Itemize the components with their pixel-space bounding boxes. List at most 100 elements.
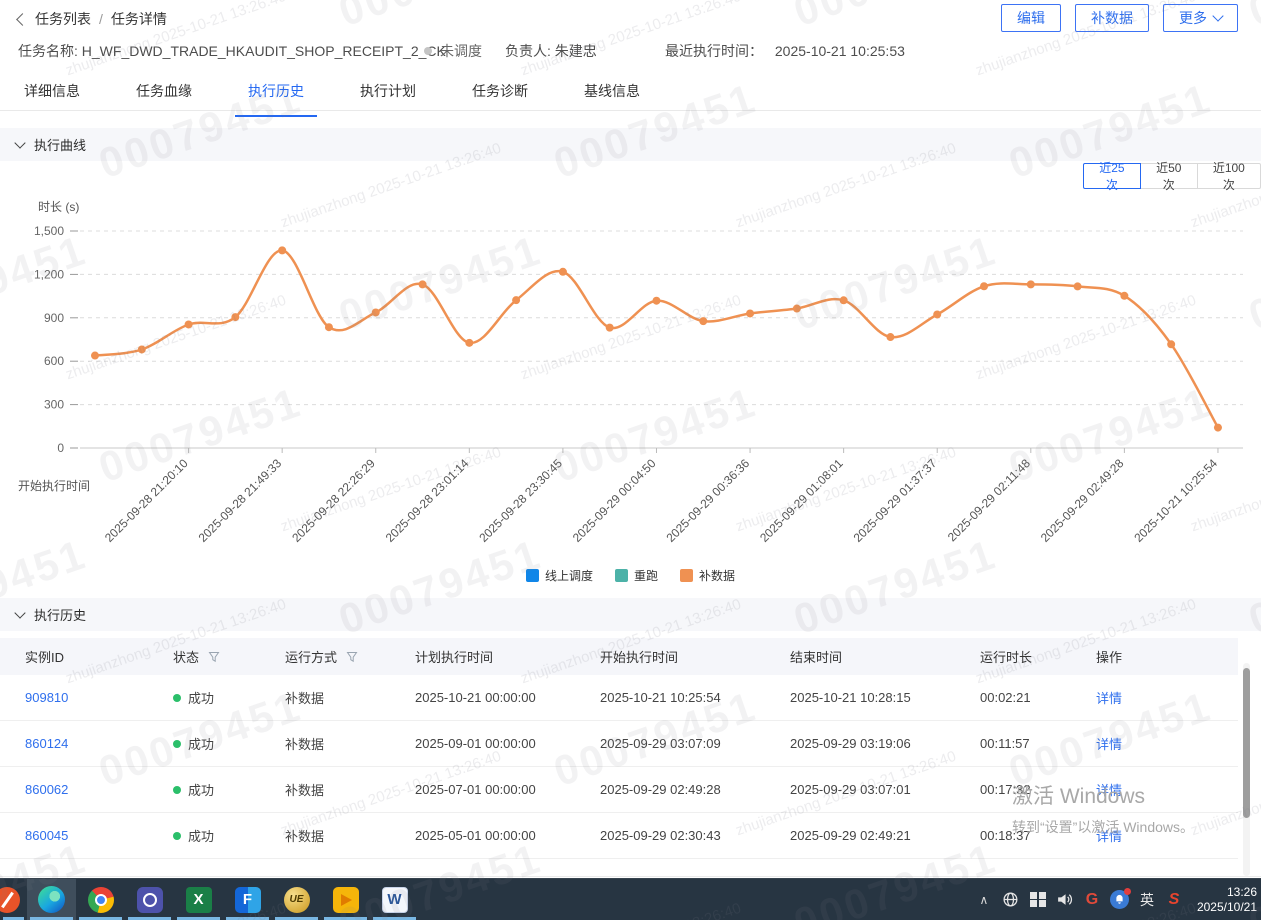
data-point[interactable] <box>231 313 239 321</box>
tray-network-icon[interactable] <box>1002 891 1020 908</box>
vertical-scrollbar[interactable] <box>1243 663 1250 876</box>
more-button[interactable]: 更多 <box>1163 4 1238 32</box>
cell-end: 2025-09-29 02:49:21 <box>790 828 980 843</box>
x-tick-label: 2025-09-29 00:36:36 <box>663 456 752 545</box>
data-point[interactable] <box>793 305 801 313</box>
tray-sogou-g-icon[interactable]: G <box>1083 891 1101 909</box>
history-section-header[interactable]: 执行历史 <box>0 598 1261 631</box>
range-button-group: 近25次近50次近100次 <box>1083 163 1261 189</box>
tray-volume-icon[interactable] <box>1056 891 1074 908</box>
taskbar-edge-icon[interactable] <box>27 879 76 920</box>
cell-mode: 补数据 <box>285 780 415 799</box>
tray-squares-icon[interactable] <box>1029 892 1047 908</box>
tab-task-lineage[interactable]: 任务血缘 <box>136 78 192 110</box>
backfill-button[interactable]: 补数据 <box>1075 4 1149 32</box>
word-app-glyph: W <box>382 887 408 913</box>
owner-value: 朱建忠 <box>555 43 597 59</box>
breadcrumb-task-list[interactable]: 任务列表 <box>35 9 91 29</box>
data-point[interactable] <box>465 339 473 347</box>
data-point[interactable] <box>559 268 567 276</box>
tray-expand-icon[interactable]: ∧ <box>975 893 993 907</box>
data-point[interactable] <box>840 296 848 304</box>
taskbar-ultraedit-icon[interactable]: UE <box>272 879 321 920</box>
data-point[interactable] <box>1120 292 1128 300</box>
range-last25-button[interactable]: 近25次 <box>1083 163 1141 189</box>
data-point[interactable] <box>699 317 707 325</box>
cell-id: 860124 <box>25 736 173 751</box>
curve-section-header[interactable]: 执行曲线 <box>0 128 1261 161</box>
legend-rerun[interactable]: 重跑 <box>615 567 658 584</box>
legend-online-schedule[interactable]: 线上调度 <box>526 567 593 584</box>
data-point[interactable] <box>325 323 333 331</box>
data-point[interactable] <box>1214 424 1222 432</box>
x-tick-label: 2025-09-28 23:01:14 <box>383 456 472 545</box>
data-point[interactable] <box>512 296 520 304</box>
filter-mode-icon[interactable] <box>346 651 358 663</box>
data-point[interactable] <box>185 320 193 328</box>
data-point[interactable] <box>886 333 894 341</box>
detail-link[interactable]: 详情 <box>1096 826 1122 845</box>
range-last50-button[interactable]: 近50次 <box>1140 163 1198 189</box>
taskbar-excel-icon[interactable]: X <box>174 879 223 920</box>
curve-section-title: 执行曲线 <box>34 135 86 154</box>
taskbar-clock[interactable]: 13:26 2025/10/21 <box>1193 879 1261 920</box>
page-bottom-divider <box>0 876 1261 877</box>
instance-id-link[interactable]: 860062 <box>25 782 68 797</box>
breadcrumb: 任务列表 / 任务详情 <box>18 9 167 29</box>
data-point[interactable] <box>1167 340 1175 348</box>
series-line <box>95 250 1218 427</box>
last-exec-time: 最近执行时间： 2025-10-21 10:25:53 <box>665 41 905 61</box>
cell-text-end: 2025-10-21 10:28:15 <box>790 690 911 705</box>
x-tick-label: 2025-09-28 22:26:29 <box>289 456 378 545</box>
edit-button[interactable]: 编辑 <box>1001 4 1061 32</box>
tab-baseline-info[interactable]: 基线信息 <box>584 78 640 110</box>
notification-badge <box>1124 888 1131 895</box>
x-tick-label: 2025-09-29 02:49:28 <box>1038 456 1127 545</box>
tab-exec-history[interactable]: 执行历史 <box>248 78 304 110</box>
data-point[interactable] <box>980 282 988 290</box>
detail-link[interactable]: 详情 <box>1096 688 1122 707</box>
legend-online-schedule-swatch-icon <box>526 569 539 582</box>
vertical-scrollbar-thumb[interactable] <box>1243 668 1250 818</box>
tray-sogou-s-icon[interactable]: S <box>1165 891 1183 909</box>
tray-bell-icon[interactable] <box>1110 890 1129 909</box>
data-point[interactable] <box>1074 282 1082 290</box>
taskbar-indigo-app-icon[interactable] <box>125 879 174 920</box>
instance-id-link[interactable]: 909810 <box>25 690 68 705</box>
instance-id-link[interactable]: 860124 <box>25 736 68 751</box>
column-header-id: 实例ID <box>25 647 173 666</box>
taskbar-word-icon[interactable]: W <box>370 879 419 920</box>
y-tick-label: 1,500 <box>34 224 64 238</box>
filter-status-icon[interactable] <box>208 651 220 663</box>
column-label-action: 操作 <box>1096 647 1122 666</box>
data-point[interactable] <box>933 310 941 318</box>
data-point[interactable] <box>278 246 286 254</box>
data-point[interactable] <box>419 280 427 288</box>
data-point[interactable] <box>606 324 614 332</box>
history-section-title: 执行历史 <box>34 605 86 624</box>
range-last100-button[interactable]: 近100次 <box>1197 163 1261 189</box>
column-header-status: 状态 <box>173 647 285 666</box>
data-point[interactable] <box>91 352 99 360</box>
data-point[interactable] <box>138 345 146 353</box>
y-tick-label: 600 <box>44 354 64 368</box>
tab-task-diagnosis[interactable]: 任务诊断 <box>472 78 528 110</box>
taskbar-pinned-orange-icon[interactable] <box>0 879 27 920</box>
data-point[interactable] <box>652 297 660 305</box>
tab-detail-info[interactable]: 详细信息 <box>24 78 80 110</box>
cell-text-start: 2025-09-29 03:07:09 <box>600 736 721 751</box>
legend-rerun-label: 重跑 <box>634 567 658 584</box>
legend-backfill[interactable]: 补数据 <box>680 567 735 584</box>
tab-exec-plan[interactable]: 执行计划 <box>360 78 416 110</box>
data-point[interactable] <box>372 308 380 316</box>
instance-id-link[interactable]: 860045 <box>25 828 68 843</box>
data-point[interactable] <box>746 309 754 317</box>
taskbar-chrome-icon[interactable] <box>76 879 125 920</box>
tray-ime-icon[interactable]: 英 <box>1138 890 1156 910</box>
data-point[interactable] <box>1027 280 1035 288</box>
detail-link[interactable]: 详情 <box>1096 734 1122 753</box>
taskbar-blue-f-icon[interactable]: F <box>223 879 272 920</box>
back-chevron-icon[interactable] <box>16 13 29 26</box>
taskbar-yellow-arrow-icon[interactable] <box>321 879 370 920</box>
detail-link[interactable]: 详情 <box>1096 780 1122 799</box>
